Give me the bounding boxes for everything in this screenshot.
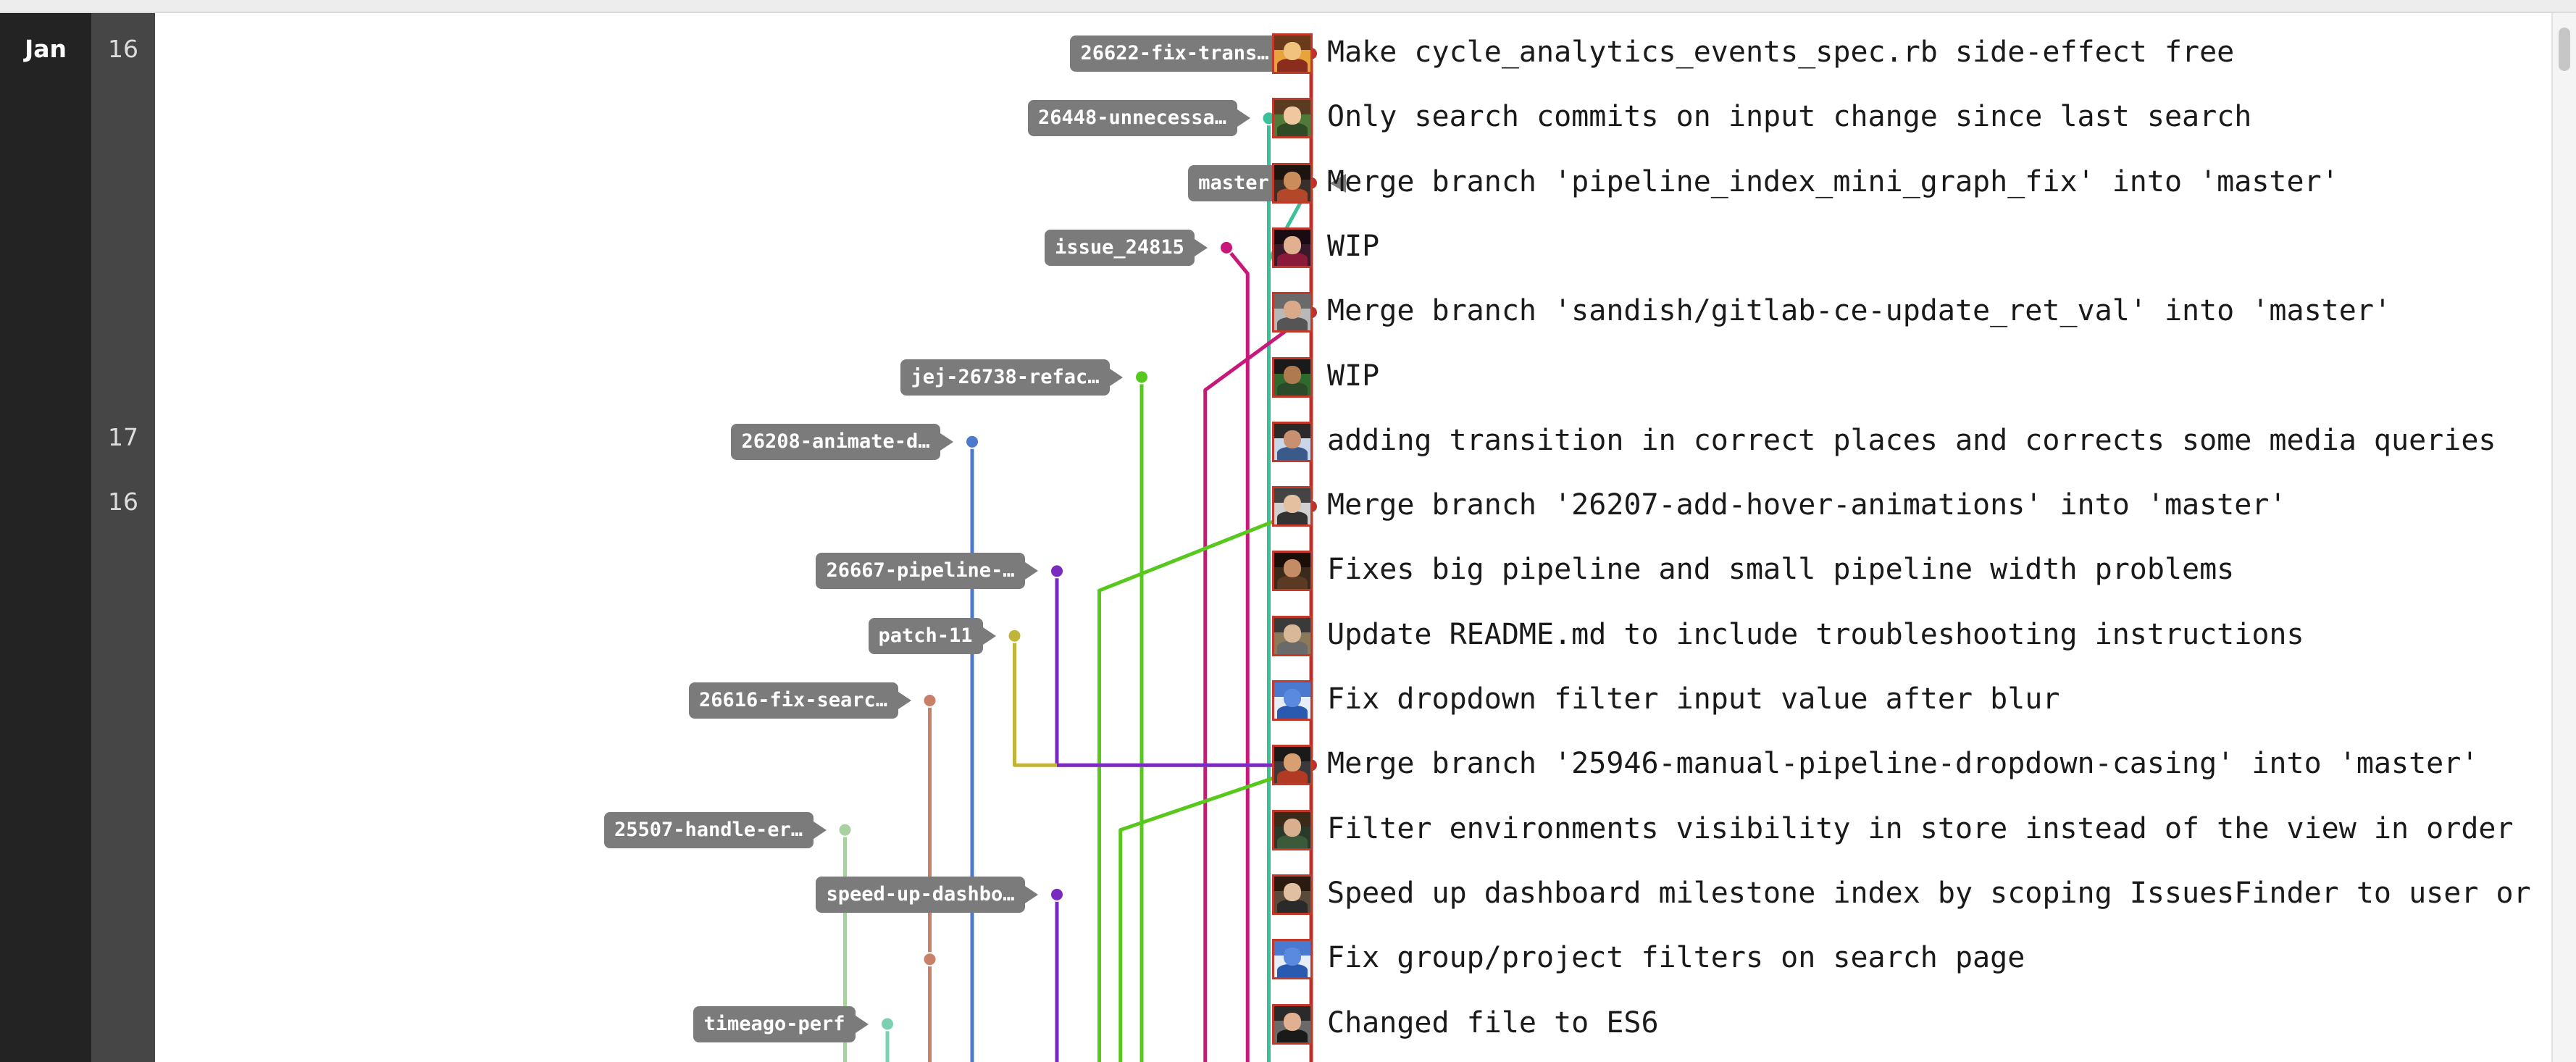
scrollbar[interactable] [2551,13,2576,1062]
author-avatar[interactable] [1272,292,1313,333]
author-avatar[interactable] [1272,1003,1313,1045]
commit-message[interactable]: Fixes big pipeline and small pipeline wi… [1327,553,2551,586]
day-label: 16 [108,35,138,63]
branch-label[interactable]: 26622-fix-trans… [1070,35,1292,72]
author-avatar[interactable] [1272,33,1313,74]
commit-message[interactable]: Merge branch '25946-manual-pipeline-drop… [1327,747,2551,780]
author-avatar[interactable] [1272,615,1313,656]
commit-message[interactable]: WIP [1327,359,2551,393]
branch-label[interactable]: jej-26738-refac… [900,359,1123,396]
commit-message[interactable]: Fix dropdown filter input value after bl… [1327,682,2551,716]
author-avatar[interactable] [1272,680,1313,721]
day-label: 17 [108,422,138,451]
day-label: 16 [108,488,138,517]
commit-dot[interactable] [1219,240,1234,255]
month-label: Jan [24,35,67,63]
author-avatar[interactable] [1272,874,1313,915]
branch-label[interactable]: 26616-fix-searc… [688,682,911,719]
commit-message[interactable]: Speed up dashboard milestone index by sc… [1327,877,2551,910]
commit-dot[interactable] [837,822,853,837]
graph-line [1013,635,1311,767]
branch-label[interactable]: 26208-animate-d… [731,423,953,460]
commit-message[interactable]: Update README.md to include troubleshoot… [1327,618,2551,651]
commit-dot[interactable] [880,1016,895,1032]
commit-message[interactable]: Only search commits on input change sinc… [1327,100,2551,133]
author-avatar[interactable] [1272,809,1313,850]
branch-label[interactable]: patch-11 [868,617,996,654]
commit-dot[interactable] [922,693,937,708]
commit-message[interactable]: adding transition in correct places and … [1327,424,2551,457]
branch-label[interactable]: 25507-handle-er… [603,811,827,848]
commit-message[interactable]: Merge branch '26207-add-hover-animations… [1327,488,2551,522]
day-column [91,13,155,1062]
branch-label[interactable]: speed-up-dashbo… [816,876,1038,913]
author-avatar[interactable] [1272,421,1313,462]
commit-message[interactable]: Fix group/project filters on search page [1327,941,2551,974]
branch-label[interactable]: issue_24815 [1045,229,1208,266]
author-avatar[interactable] [1272,551,1313,592]
commit-dot[interactable] [1007,628,1022,643]
author-avatar[interactable] [1272,162,1313,204]
commit-message[interactable]: WIP [1327,230,2551,263]
commit-dot[interactable] [1050,564,1064,579]
commit-dot[interactable] [1050,887,1064,902]
author-avatar[interactable] [1272,227,1313,268]
branch-label[interactable]: timeago-perf [693,1005,869,1042]
author-avatar[interactable] [1272,356,1313,398]
commit-message[interactable]: Make cycle_analytics_events_spec.rb side… [1327,35,2551,69]
commit-message[interactable]: Merge branch 'sandish/gitlab-ce-update_r… [1327,294,2551,327]
author-avatar[interactable] [1272,939,1313,980]
scrollbar-thumb[interactable] [2559,28,2570,71]
author-avatar[interactable] [1272,98,1313,139]
commit-dot[interactable] [922,952,937,967]
branch-label[interactable]: 26667-pipeline-… [816,553,1038,590]
author-avatar[interactable] [1272,745,1313,786]
commit-dot[interactable] [1134,369,1149,385]
branch-label[interactable]: master [1188,164,1292,201]
commit-message[interactable]: Changed file to ES6 [1327,1006,2551,1040]
commit-dot[interactable] [965,434,979,449]
branch-label[interactable]: 26448-unnecessa… [1027,100,1250,137]
commit-message[interactable]: Filter environments visibility in store … [1327,812,2551,845]
graph-line [1225,246,1250,1062]
top-bar [0,0,2576,13]
author-avatar[interactable] [1272,486,1313,527]
commit-message[interactable]: Merge branch 'pipeline_index_mini_graph_… [1327,165,2551,198]
month-column [0,13,91,1062]
